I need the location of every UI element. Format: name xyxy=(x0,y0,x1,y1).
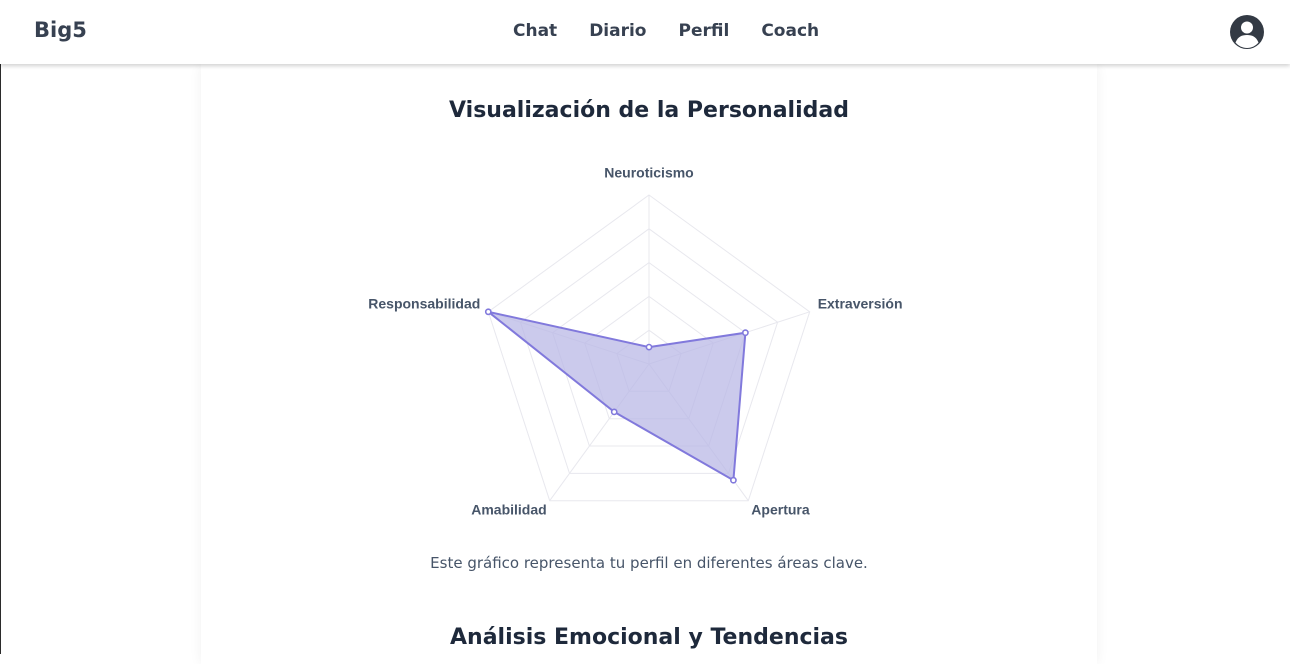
radar-data-point xyxy=(730,476,737,484)
top-navbar: Big5 Chat Diario Perfil Coach xyxy=(0,0,1290,64)
radar-axis-label: Apertura xyxy=(751,501,810,517)
radar-data-point xyxy=(742,329,749,337)
user-avatar-button[interactable] xyxy=(1229,14,1265,50)
nav-diario[interactable]: Diario xyxy=(589,21,646,41)
radar-axis-label: Extraversión xyxy=(818,296,903,312)
nav-chat[interactable]: Chat xyxy=(513,21,557,41)
nav-coach[interactable]: Coach xyxy=(761,21,819,41)
radar-data-area xyxy=(487,310,747,482)
window-edge xyxy=(0,0,1,654)
radar-data-point xyxy=(484,308,492,316)
radar-axis-label: Neuroticismo xyxy=(604,165,693,181)
emotion-section-title: Análisis Emocional y Tendencias xyxy=(450,625,848,650)
main-nav: Chat Diario Perfil Coach xyxy=(513,21,819,41)
personality-radar-chart: Neuroticismo Extraversión Apertura Amabilid… xyxy=(368,165,903,518)
nav-perfil[interactable]: Perfil xyxy=(679,21,730,41)
radar-axis-label: Responsabilidad xyxy=(368,296,480,312)
profile-card: Visualización de la Personalidad Neuroti… xyxy=(201,64,1097,664)
radar-axis-label: Amabilidad xyxy=(471,501,546,517)
brand-logo[interactable]: Big5 xyxy=(34,18,87,42)
user-circle-icon xyxy=(1230,15,1264,49)
radar-caption: Este gráfico representa tu perfil en dif… xyxy=(430,554,868,572)
radar-data-point xyxy=(610,408,618,416)
radar-data-point xyxy=(645,343,653,351)
